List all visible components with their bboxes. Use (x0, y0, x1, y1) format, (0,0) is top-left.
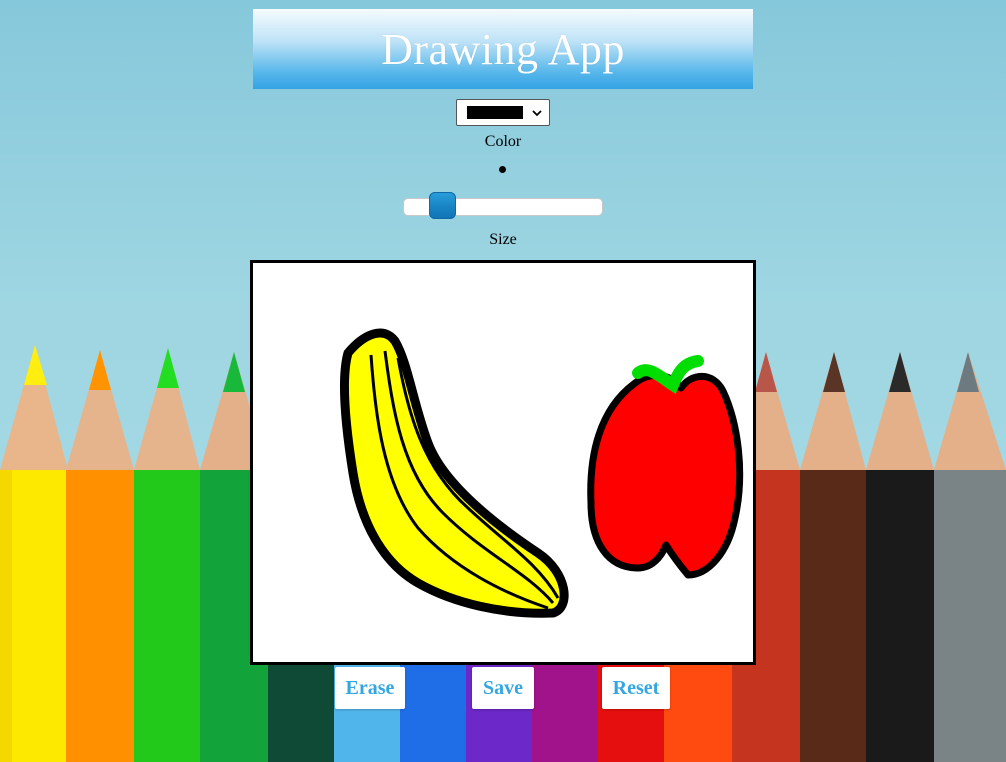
app-title: Drawing App (381, 24, 625, 74)
color-select[interactable] (456, 99, 550, 126)
banana-drawing (339, 328, 569, 618)
save-button[interactable]: Save (472, 667, 534, 709)
drawing-canvas[interactable] (250, 260, 756, 665)
erase-button[interactable]: Erase (335, 667, 405, 709)
brush-size-preview (499, 166, 506, 173)
selected-color-swatch (467, 106, 523, 119)
color-label: Color (484, 133, 522, 150)
size-slider-thumb[interactable] (429, 192, 456, 219)
canvas-drawing (339, 328, 744, 618)
apple-drawing (587, 371, 744, 579)
size-label: Size (489, 231, 517, 248)
reset-button[interactable]: Reset (602, 667, 670, 709)
chevron-down-icon (532, 109, 542, 116)
app-header: Drawing App (253, 9, 753, 89)
